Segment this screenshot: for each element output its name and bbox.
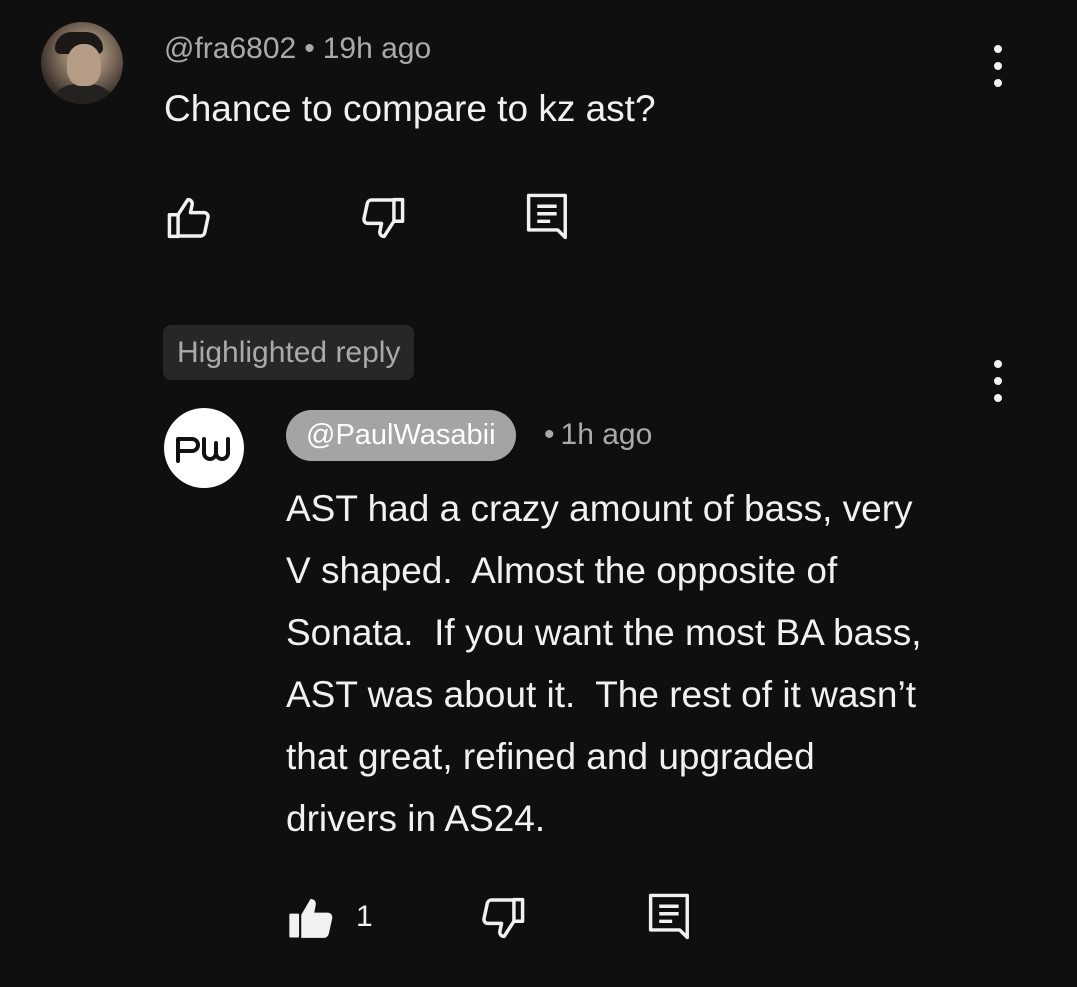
comment-icon (526, 193, 567, 240)
reply-more-vertical-icon[interactable] (992, 360, 1004, 402)
thumbs-down-outline-icon (362, 197, 405, 239)
commenter-avatar[interactable] (41, 22, 123, 104)
thumbs-up-outline-icon (167, 197, 210, 239)
reply-author-avatar[interactable] (164, 408, 244, 488)
like-button[interactable] (160, 190, 220, 246)
badge-label: Highlighted reply (177, 335, 401, 369)
highlighted-reply-badge: Highlighted reply (163, 325, 415, 380)
comment-author[interactable]: @fra6802 (164, 32, 296, 65)
meta-separator: • (544, 418, 555, 451)
reply-author[interactable]: @PaulWasabii (306, 419, 496, 452)
reply-like-count: 1 (356, 900, 373, 933)
reply-like-button[interactable] (282, 890, 340, 946)
meta-separator: • (304, 32, 315, 65)
reply-reply-button[interactable] (642, 888, 698, 946)
reply-author-chip[interactable]: @PaulWasabii (286, 410, 516, 461)
thumbs-up-filled-icon (289, 898, 333, 938)
more-vertical-icon[interactable] (992, 45, 1004, 87)
comment-text: Chance to compare to kz ast? (164, 88, 656, 129)
thumbs-down-outline-icon (482, 897, 525, 939)
comment-meta: @fra6802 • 19h ago (164, 32, 431, 66)
reply-meta: • 1h ago (544, 418, 652, 452)
comment-icon (648, 893, 689, 940)
dislike-button[interactable] (352, 190, 412, 246)
pw-logo-icon (176, 437, 230, 463)
reply-text: AST had a crazy amount of bass, very V s… (286, 488, 922, 839)
comment-time: 19h ago (322, 32, 432, 65)
reply-time: 1h ago (560, 418, 653, 451)
reply-button[interactable] (520, 188, 576, 246)
reply-dislike-button[interactable] (472, 890, 532, 946)
